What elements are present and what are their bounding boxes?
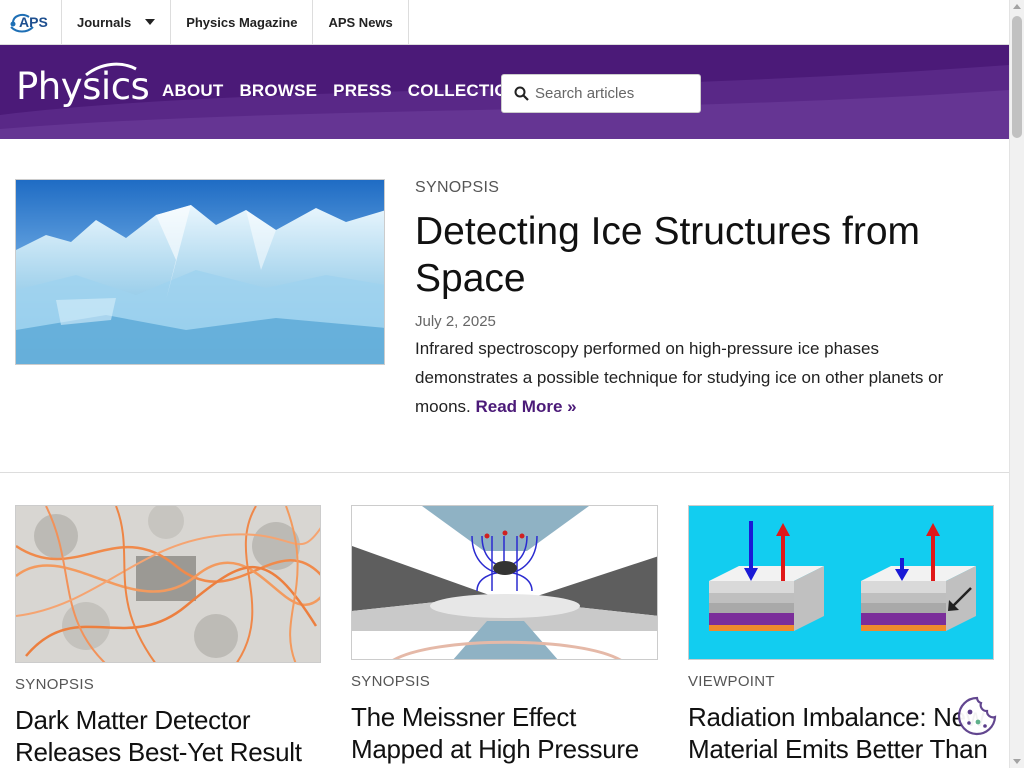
featured-article-image[interactable] (15, 179, 385, 365)
nav-physics-magazine[interactable]: Physics Magazine (171, 0, 314, 44)
featured-article-date: July 2, 2025 (415, 313, 496, 330)
search-icon (514, 86, 529, 101)
scroll-down-arrow-icon[interactable] (1013, 759, 1021, 764)
card-type-dark-matter: SYNOPSIS (15, 676, 95, 693)
featured-article-description: Infrared spectroscopy performed on high-… (415, 334, 975, 421)
search-input[interactable] (535, 85, 695, 102)
nav-aps-news[interactable]: APS News (313, 0, 409, 44)
site-header: Physics ABOUT BROWSE PRESS COLLECTIONS (0, 45, 1009, 139)
featured-article-title[interactable]: Detecting Ice Structures from Space (415, 208, 975, 302)
card-image-radiation[interactable] (688, 505, 994, 660)
nav-journals-label: Journals (77, 14, 132, 30)
chevron-down-icon (145, 19, 156, 25)
cookie-settings-button[interactable] (956, 695, 998, 737)
nav-journals[interactable]: Journals (62, 0, 172, 44)
featured-article-type: SYNOPSIS (415, 179, 500, 196)
cables-detector-image (16, 506, 320, 662)
scroll-up-arrow-icon[interactable] (1013, 4, 1021, 9)
card-title-meissner[interactable]: The Meissner Effect Mapped at High Press… (351, 701, 661, 765)
ice-landscape-image (16, 180, 384, 364)
card-image-meissner[interactable] (351, 505, 658, 660)
card-title-radiation[interactable]: Radiation Imbalance: New Material Emits … (688, 701, 988, 765)
search-box[interactable] (501, 74, 701, 113)
logo-swoosh-icon (85, 62, 137, 77)
page-scrollbar[interactable] (1009, 0, 1024, 768)
top-utility-bar: APS Journals Physics Magazine APS News (0, 0, 1009, 45)
nav-about[interactable]: ABOUT (162, 81, 223, 101)
scrollbar-thumb[interactable] (1012, 16, 1022, 138)
main-nav: ABOUT BROWSE PRESS COLLECTIONS (162, 81, 548, 101)
cookie-icon (957, 696, 997, 736)
diamond-anvil-image (352, 506, 657, 659)
aps-logo-icon: APS (9, 14, 48, 33)
aps-logo-text: APS (19, 14, 48, 30)
card-type-radiation: VIEWPOINT (688, 673, 775, 690)
nav-browse[interactable]: BROWSE (239, 81, 317, 101)
physics-logo[interactable]: Physics (16, 62, 150, 108)
nav-press[interactable]: PRESS (333, 81, 392, 101)
card-image-dark-matter[interactable] (15, 505, 321, 663)
aps-logo[interactable]: APS (0, 0, 62, 44)
radiation-imbalance-image (689, 506, 993, 659)
section-divider (0, 472, 1009, 473)
card-title-dark-matter[interactable]: Dark Matter Detector Releases Best-Yet R… (15, 704, 325, 768)
read-more-link[interactable]: Read More » (475, 397, 576, 416)
card-type-meissner: SYNOPSIS (351, 673, 431, 690)
